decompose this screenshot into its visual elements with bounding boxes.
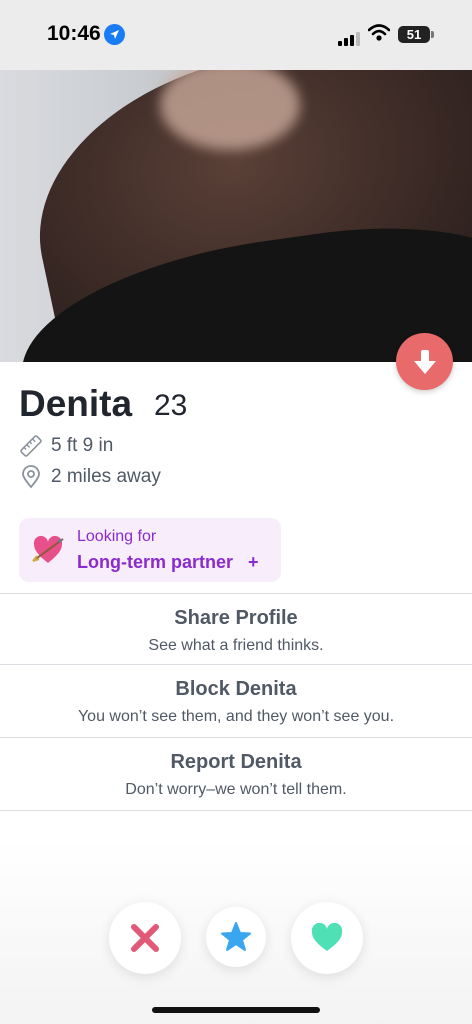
block-user-row[interactable]: Block Denita You won’t see them, and the…: [0, 664, 472, 737]
report-user-title: Report Denita: [170, 751, 302, 773]
report-user-row[interactable]: Report Denita Don’t worry–we won’t tell …: [0, 737, 472, 811]
location-pin-icon: [22, 465, 40, 489]
home-indicator[interactable]: [152, 1007, 320, 1013]
share-profile-subtitle: See what a friend thinks.: [148, 637, 324, 654]
collapse-profile-button[interactable]: [396, 333, 453, 390]
looking-for-label: Looking for: [77, 528, 157, 545]
wifi-icon: [367, 24, 391, 47]
distance-text: 2 miles away: [51, 466, 161, 487]
cellular-signal-icon: [338, 28, 362, 46]
nope-button[interactable]: [109, 902, 181, 974]
x-icon: [131, 924, 159, 952]
ruler-icon: [20, 435, 42, 457]
status-time: 10:46: [47, 22, 101, 45]
looking-for-value: Long-term partner +: [77, 552, 259, 573]
report-user-subtitle: Don’t worry–we won’t tell them.: [125, 781, 347, 798]
height-text: 5 ft 9 in: [51, 435, 114, 456]
profile-photo[interactable]: [0, 70, 472, 362]
arrow-down-icon: [413, 349, 436, 374]
super-like-button[interactable]: [206, 907, 266, 967]
block-user-subtitle: You won’t see them, and they won’t see y…: [77, 708, 395, 725]
share-profile-title: Share Profile: [174, 607, 298, 629]
looking-for-plus[interactable]: +: [248, 552, 259, 572]
looking-for-card[interactable]: Looking for Long-term partner +: [19, 518, 281, 582]
battery-icon: 51: [398, 26, 430, 43]
location-arrow-icon: [104, 24, 125, 45]
height-row: 5 ft 9 in: [20, 434, 113, 458]
like-button[interactable]: [291, 902, 363, 974]
profile-age: 23: [154, 389, 188, 422]
share-profile-row[interactable]: Share Profile See what a friend thinks.: [0, 593, 472, 666]
block-user-title: Block Denita: [175, 678, 297, 700]
profile-name: Denita: [19, 383, 133, 424]
looking-for-value-text: Long-term partner: [77, 552, 234, 572]
heart-icon: [311, 923, 343, 951]
star-icon: [221, 922, 251, 951]
heart-arrow-emoji-icon: [31, 534, 65, 571]
status-bar: 10:46 51: [0, 0, 472, 70]
battery-tip: [431, 31, 434, 38]
distance-row: 2 miles away: [20, 465, 161, 489]
